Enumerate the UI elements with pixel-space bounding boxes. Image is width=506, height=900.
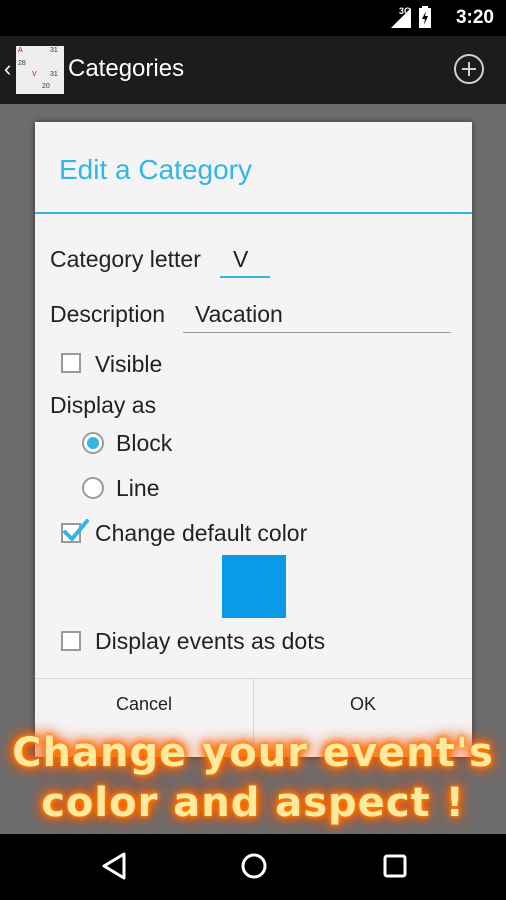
logo-cell: 20 <box>42 83 50 90</box>
promo-line-1: Change your event's <box>12 730 494 776</box>
checkmark-icon <box>63 519 89 541</box>
status-time: 3:20 <box>455 7 494 28</box>
logo-cell: 31 <box>50 71 58 78</box>
display-dots-label[interactable]: Display events as dots <box>95 628 325 655</box>
dialog-title: Edit a Category <box>59 154 252 185</box>
logo-cell: 28 <box>18 60 26 67</box>
promo-banner: Change your event's color and aspect ! <box>0 728 506 828</box>
app-logo[interactable]: A 31 28 31 V 20 <box>16 46 64 94</box>
change-color-label[interactable]: Change default color <box>95 520 307 547</box>
add-category-button[interactable] <box>454 54 484 84</box>
battery-icon <box>419 6 431 28</box>
action-bar: ‹ A 31 28 31 V 20 Categories <box>0 36 506 104</box>
description-input[interactable]: Vacation <box>195 301 283 328</box>
logo-cell: A <box>18 47 23 54</box>
promo-line-2: color and aspect ! <box>41 780 465 826</box>
back-chevron-icon[interactable]: ‹ <box>4 56 11 82</box>
change-color-checkbox[interactable] <box>61 519 89 543</box>
signal-icon <box>391 8 411 28</box>
display-as-label: Display as <box>50 392 157 418</box>
description-label: Description <box>50 301 166 327</box>
page-title: Categories <box>68 55 185 82</box>
block-radio[interactable] <box>82 432 104 454</box>
description-underline <box>183 332 451 333</box>
color-swatch[interactable] <box>222 555 286 618</box>
recent-apps-icon[interactable] <box>381 851 409 881</box>
status-icons <box>391 6 431 28</box>
home-icon[interactable] <box>240 851 268 881</box>
block-radio-label[interactable]: Block <box>116 430 172 457</box>
back-icon[interactable] <box>101 851 127 881</box>
navigation-bar <box>0 834 506 900</box>
category-letter-label: Category letter <box>50 246 201 272</box>
edit-category-dialog: Edit a Category Category letter V Descri… <box>35 122 472 757</box>
visible-label[interactable]: Visible <box>95 351 162 378</box>
cancel-button[interactable]: Cancel <box>35 694 253 715</box>
line-radio[interactable] <box>82 477 104 499</box>
status-bar: 3G 3:20 <box>0 0 506 36</box>
logo-cell: V <box>32 71 37 78</box>
category-letter-underline <box>220 276 270 278</box>
category-letter-input[interactable]: V <box>233 246 248 273</box>
logo-cell: 31 <box>50 47 58 54</box>
visible-checkbox[interactable] <box>61 353 81 373</box>
display-dots-checkbox[interactable] <box>61 631 81 651</box>
title-divider <box>35 212 472 214</box>
ok-button[interactable]: OK <box>254 694 472 715</box>
line-radio-label[interactable]: Line <box>116 475 159 502</box>
